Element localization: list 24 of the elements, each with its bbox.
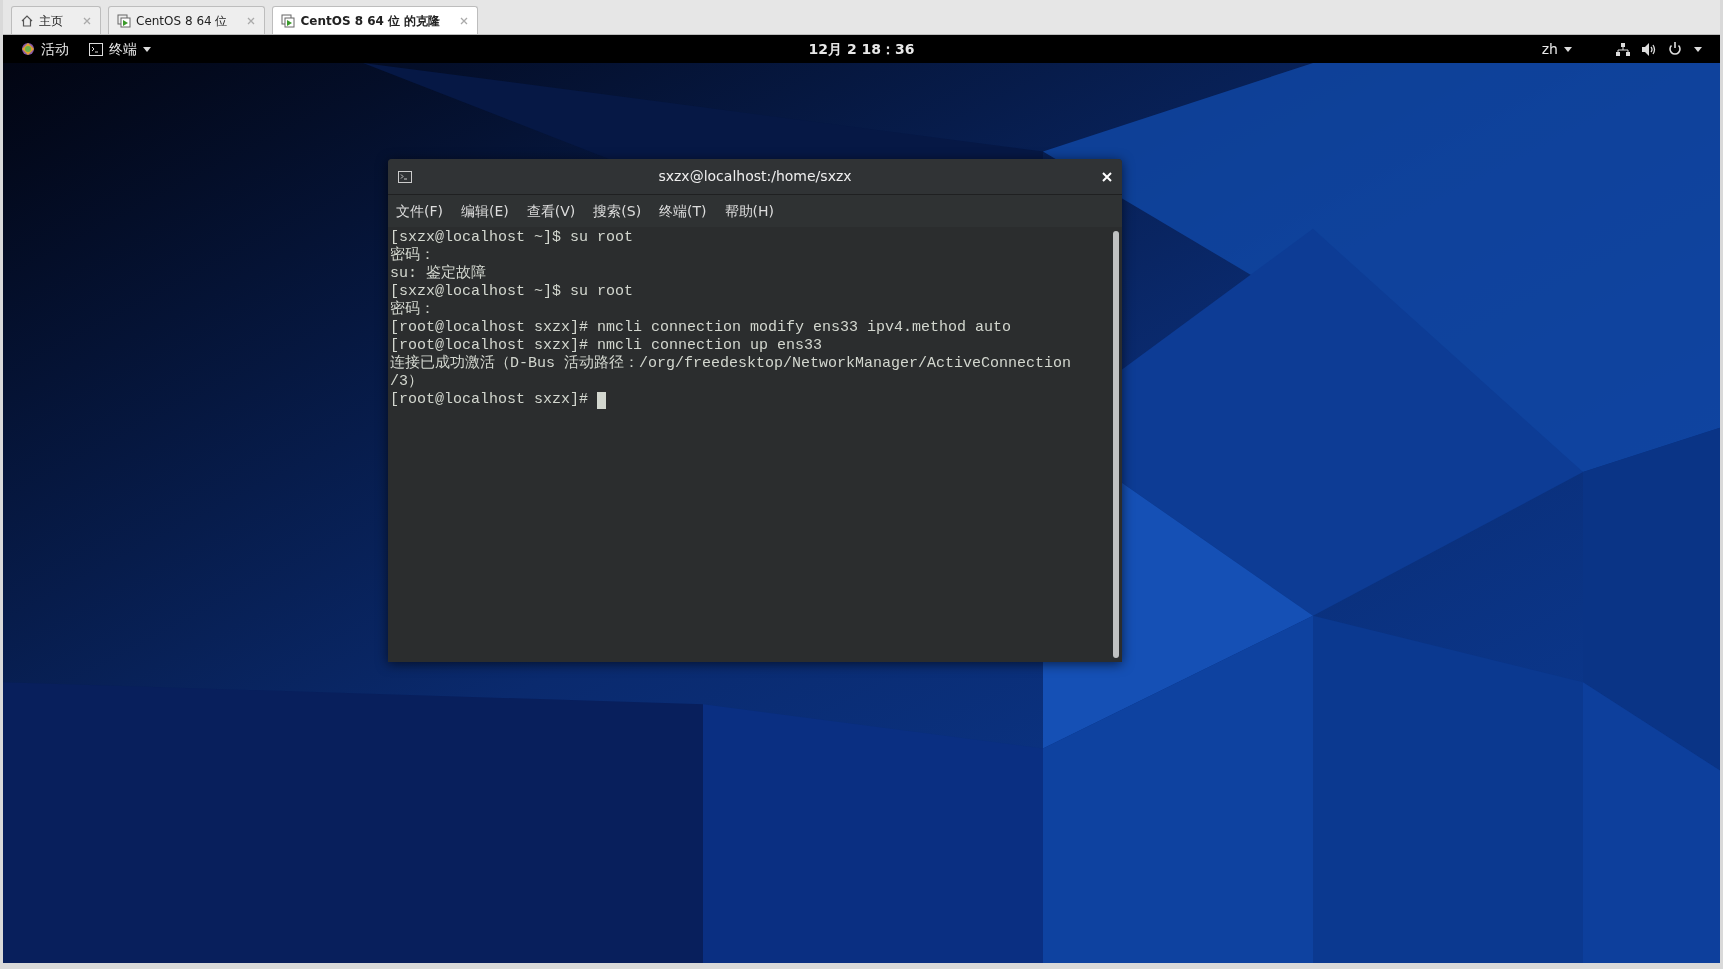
window-title: sxzx@localhost:/home/sxzx bbox=[658, 167, 852, 186]
app-menu-button[interactable]: 终端 bbox=[83, 38, 157, 60]
terminal-line: 密码： bbox=[390, 247, 435, 265]
terminal-line: [root@localhost sxzx]# bbox=[390, 391, 590, 409]
terminal-line: [root@localhost sxzx]# nmcli connection modify ens33 ipv4.method auto bbox=[390, 319, 1012, 337]
menu-item[interactable]: 文件(F) bbox=[396, 200, 443, 222]
menu-item[interactable]: 帮助(H) bbox=[724, 200, 775, 222]
terminal-line: su: 鉴定故障 bbox=[390, 265, 486, 283]
terminal-line: /3） bbox=[390, 373, 423, 391]
clock[interactable]: 12月 2 18：36 bbox=[802, 38, 921, 60]
terminal-line: [root@localhost sxzx]# nmcli connection up ens33 bbox=[390, 337, 823, 354]
terminal-line: [sxzx@localhost ~]$ su root bbox=[390, 229, 634, 246]
terminal-line: 连接已成功激活（D-Bus 活动路径：/org/freedesktop/NetworkManager/ActiveConnection bbox=[390, 355, 1072, 373]
activities-button[interactable]: 活动 bbox=[15, 38, 75, 60]
vm-tab[interactable]: CentOS 8 64 位 bbox=[108, 6, 266, 34]
vm-tab[interactable]: CentOS 8 64 位 的克隆 bbox=[272, 6, 479, 34]
menu-item[interactable]: 查看(V) bbox=[526, 200, 576, 222]
menu-item[interactable]: 编辑(E) bbox=[461, 200, 509, 222]
terminal-line: 密码： bbox=[390, 301, 435, 319]
vm-tab[interactable]: 主页 bbox=[11, 6, 101, 34]
menu-item[interactable]: 搜索(S) bbox=[593, 200, 642, 222]
menu-item[interactable]: 终端(T) bbox=[659, 200, 707, 222]
input-method-button[interactable]: zh bbox=[1535, 38, 1578, 60]
terminal-line: [sxzx@localhost ~]$ su root bbox=[390, 283, 634, 300]
